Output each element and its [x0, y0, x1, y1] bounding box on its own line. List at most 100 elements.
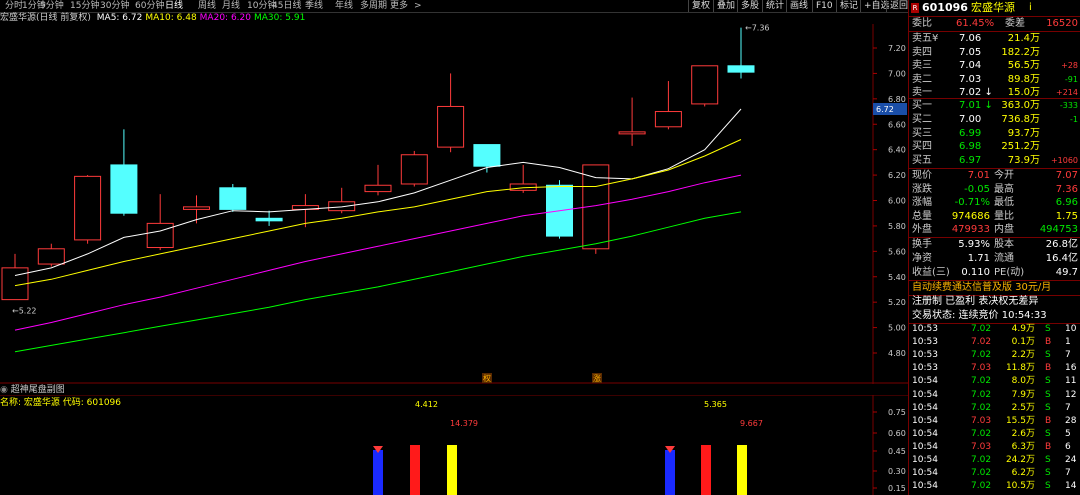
candle[interactable] [255, 210, 283, 226]
high-annotation: ←7.36 [745, 24, 770, 33]
toolbar-button[interactable]: 叠加 [713, 0, 735, 12]
stat-row: 换手 5.93% 股本 26.8亿 [909, 238, 1080, 252]
tick-side: B [1045, 441, 1052, 452]
info-icon[interactable]: i [1029, 0, 1032, 16]
ma-legend: 宏盛华源(日线 前复权) MA5: 6.72 MA10: 6.48 MA20: 6.… [0, 12, 311, 24]
period-tab[interactable]: 多周期 [360, 0, 387, 12]
candle[interactable] [37, 243, 65, 267]
tick-time: 10:54 [912, 428, 938, 439]
toolbar-button[interactable]: 统计 [762, 0, 784, 12]
sub-y-tick-label: 0.75 [888, 408, 906, 417]
bid-label: 买一 [912, 100, 932, 111]
tick-volume: 8.0万 [1011, 376, 1035, 387]
tick-count: 7 [1065, 350, 1071, 361]
period-tab[interactable]: 分时 [5, 0, 23, 12]
tick-row: 10:54 7.02 2.6万 S 5 [909, 429, 1080, 440]
ask-row[interactable]: 卖三 7.04 56.5万 +28 [909, 59, 1080, 73]
candle[interactable] [364, 164, 392, 196]
y-tick-label: 5.20 [888, 298, 906, 307]
collapse-icon[interactable]: ◉ [0, 385, 8, 395]
candle[interactable] [1, 253, 29, 301]
tick-row: 10:53 7.02 0.1万 B 1 [909, 337, 1080, 348]
stat-value: 494753 [1039, 224, 1078, 236]
stat-row: 涨幅 -0.71% 最低 6.96 [909, 196, 1080, 210]
tick-time: 10:53 [912, 363, 938, 374]
toolbar-button[interactable]: 复权 [688, 0, 710, 12]
bid-label: 买五 [912, 155, 932, 167]
ask-price: 7.04 [959, 60, 982, 71]
tick-price: 7.02 [971, 389, 992, 400]
bid-volume: 736.8万 [1001, 113, 1040, 125]
tick-price: 7.02 [971, 455, 992, 465]
toolbar-button[interactable]: F10 [812, 0, 833, 12]
y-tick-label: 6.60 [888, 120, 906, 129]
tick-time: 10:54 [912, 468, 938, 479]
period-tab[interactable]: 更多 [390, 0, 408, 12]
bid-volume: 93.7万 [1007, 127, 1040, 139]
tick-count: 12 [1065, 389, 1077, 400]
stat-label: 现价 [912, 170, 932, 181]
tick-volume: 11.8万 [1005, 363, 1035, 374]
candle[interactable] [74, 175, 102, 244]
bid-volume: 363.0万 [1001, 100, 1040, 111]
candle[interactable] [727, 27, 755, 79]
candle[interactable] [328, 187, 356, 214]
stat-label: 最低 [994, 197, 1014, 209]
ask-row[interactable]: 卖五¥ 7.06 21.4万 [909, 32, 1080, 46]
tick-count: 7 [1065, 402, 1071, 413]
period-tab[interactable]: 周线 [198, 0, 216, 12]
candle[interactable] [437, 73, 465, 153]
candle[interactable] [400, 150, 428, 187]
candle[interactable] [110, 129, 138, 216]
period-tab[interactable]: 45日线 [272, 0, 301, 12]
bid-row[interactable]: 买二 7.00 736.8万 -1 [909, 113, 1080, 127]
tick-count: 11 [1065, 376, 1077, 387]
tick-row: 10:54 7.02 24.2万 S 24 [909, 455, 1080, 466]
toolbar-button[interactable]: 标记 [836, 0, 858, 12]
stat-row: 涨跌 -0.05 最高 7.36 [909, 183, 1080, 197]
ma-line-MA30 [14, 211, 742, 353]
period-tab[interactable]: 年线 [335, 0, 353, 12]
bid-price: 6.97 [959, 155, 982, 167]
weibi-row: 委比 61.45% 委差 16520 [912, 18, 1078, 29]
stat-label: 股本 [994, 239, 1014, 250]
bid-row[interactable]: 买四 6.98 251.2万 [909, 140, 1080, 154]
ask-row[interactable]: 卖四 7.05 182.2万 [909, 46, 1080, 60]
period-tab[interactable]: 季线 [305, 0, 323, 12]
tick-price: 7.02 [971, 350, 992, 361]
tick-count: 5 [1065, 428, 1071, 439]
candle[interactable] [618, 97, 646, 146]
tick-time: 10:54 [912, 455, 938, 465]
period-tab[interactable]: 5分钟 [40, 0, 64, 12]
indicator-subchart[interactable]: 0.75 0.60 0.45 0.30 0.15 4.412 14.379 5.365 9.66… [0, 395, 908, 495]
candle[interactable] [473, 144, 501, 173]
period-tab[interactable]: 30分钟 [100, 0, 129, 12]
candlestick-chart[interactable]: 7.20 7.00 6.80 6.60 6.40 6.20 6.00 5.80 5.60 5.40… [0, 24, 908, 384]
candle[interactable] [654, 81, 682, 130]
toolbar-button[interactable]: 多股 [737, 0, 759, 12]
promo-link[interactable]: 自动续费通达信普及版 30元/月 [909, 281, 1080, 295]
period-tab[interactable]: 15分钟 [70, 0, 99, 12]
bid-row[interactable]: 买三 6.99 93.7万 [909, 127, 1080, 141]
tick-volume: 2.6万 [1011, 428, 1035, 439]
candle[interactable] [146, 194, 174, 251]
yellow-bar [447, 445, 457, 495]
ma-label: MA10: 6.48 [145, 13, 197, 23]
toolbar-button[interactable]: 画线 [786, 0, 808, 12]
period-tab[interactable]: 60分钟 [135, 0, 164, 12]
y-tick-label: 6.40 [888, 146, 906, 155]
ask-row[interactable]: 卖二 7.03 89.8万 -91 [909, 73, 1080, 87]
tick-time: 10:54 [912, 415, 938, 426]
bid-row[interactable]: 买一 7.01 ↓ 363.0万 -333 [909, 99, 1080, 113]
toolbar-button[interactable]: 返回 [886, 0, 908, 12]
candle[interactable] [691, 65, 719, 107]
candle[interactable] [219, 183, 247, 212]
period-tab[interactable]: 日线 [165, 0, 183, 12]
stock-name[interactable]: 宏盛华源 [971, 0, 1015, 16]
more-arrow-icon[interactable]: > [414, 0, 422, 12]
bid-row[interactable]: 买五 6.97 73.9万 +1060 [909, 154, 1080, 168]
period-tab[interactable]: 月线 [222, 0, 240, 12]
tick-volume: 10.5万 [1005, 481, 1035, 492]
tick-side: B [1045, 415, 1052, 426]
quote-panel: R 601096 宏盛华源 i 委比 61.45% 委差 16520 卖五¥ 7.… [909, 0, 1080, 495]
